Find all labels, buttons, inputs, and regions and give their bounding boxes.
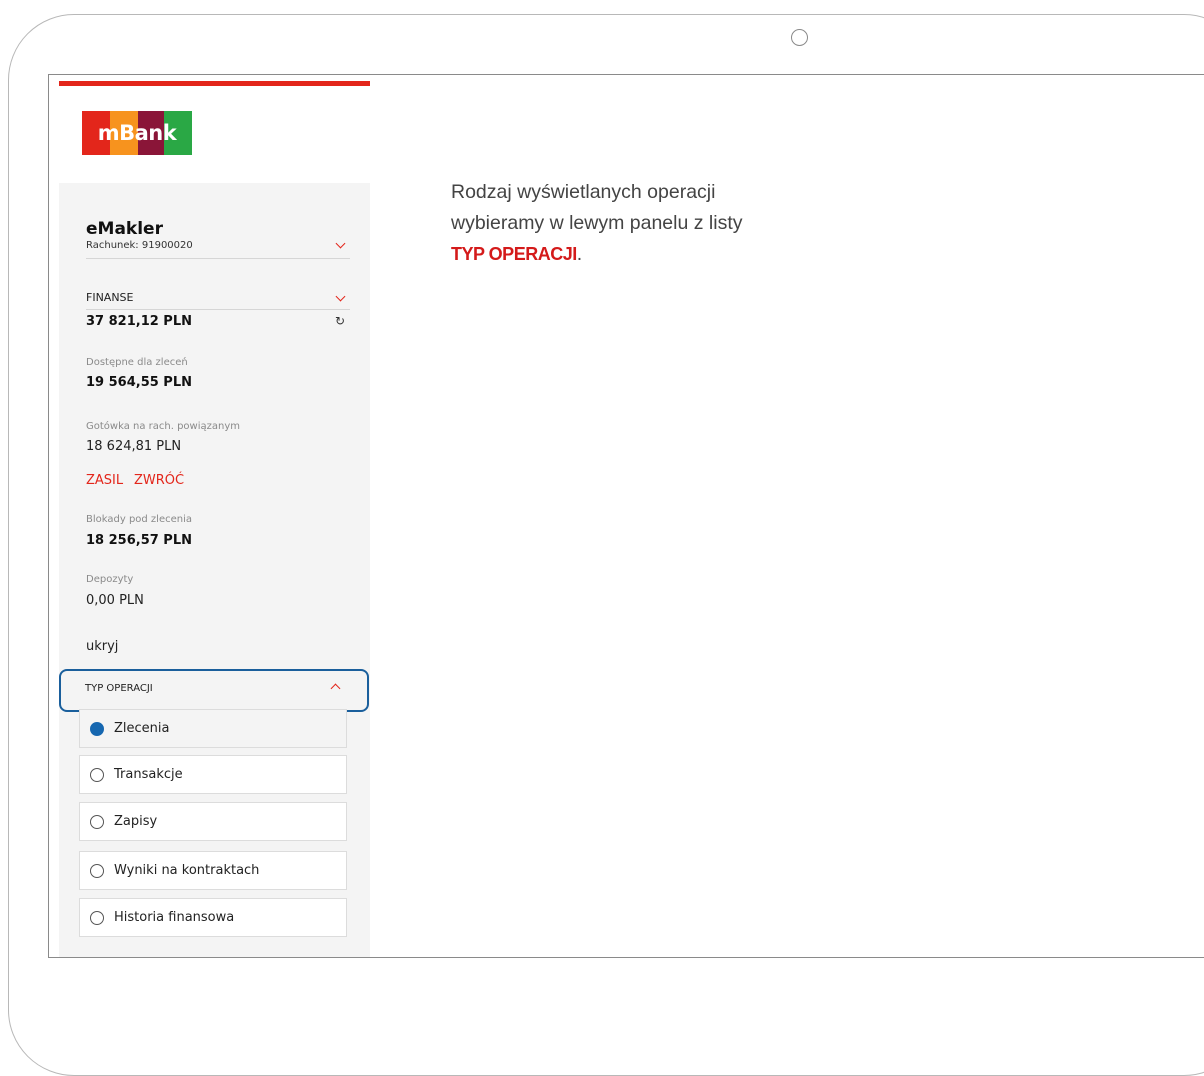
finance-divider — [86, 309, 350, 310]
topup-link[interactable]: ZASIL — [86, 473, 123, 488]
option-wyniki-na-kontraktach[interactable]: Wyniki na kontraktach — [79, 851, 347, 890]
info-suffix: . — [576, 243, 583, 265]
blocked-label: Blokady pod zlecenia — [86, 514, 193, 525]
info-highlight: TYP OPERACJI — [451, 244, 577, 264]
option-label: Wyniki na kontraktach — [114, 863, 260, 878]
radio-icon — [90, 814, 104, 829]
info-line-2: wybieramy w lewym panelu z listy — [451, 212, 743, 234]
option-label: Historia finansowa — [114, 910, 235, 925]
left-panel: eMakler Rachunek: 91900020 FINANSE 37 82… — [59, 183, 370, 957]
account-divider — [86, 258, 350, 259]
radio-icon — [90, 863, 104, 878]
account-number: Rachunek: 91900020 — [86, 240, 193, 251]
top-accent-bar — [59, 81, 370, 86]
logo-text: mBank — [97, 121, 177, 145]
finance-selector[interactable]: FINANSE — [59, 283, 370, 309]
app-screen: mBank eMakler Rachunek: 91900020 FINANSE… — [48, 74, 1204, 958]
info-text: Rodzaj wyświetlanych operacji wybieramy … — [451, 177, 871, 270]
option-label: Zapisy — [114, 814, 158, 829]
camera-icon — [791, 29, 808, 46]
chevron-down-icon — [335, 291, 346, 302]
account-selector[interactable]: eMakler Rachunek: 91900020 — [59, 183, 370, 263]
operation-type-label: TYP OPERACJI — [85, 683, 153, 694]
option-zlecenia[interactable]: Zlecenia — [79, 709, 347, 748]
available-label: Dostępne dla zleceń — [86, 357, 188, 368]
option-label: Transakcje — [114, 767, 183, 782]
radio-selected-icon — [90, 721, 104, 736]
cash-value: 18 624,81 PLN — [86, 439, 182, 454]
refresh-icon[interactable]: ↻ — [335, 314, 345, 328]
info-line-1: Rodzaj wyświetlanych operacji — [451, 181, 716, 203]
mbank-logo: mBank — [82, 111, 192, 155]
chevron-up-icon — [330, 683, 341, 694]
return-link[interactable]: ZWRÓĆ — [134, 473, 184, 488]
option-zapisy[interactable]: Zapisy — [79, 802, 347, 841]
radio-icon — [90, 767, 104, 782]
available-value: 19 564,55 PLN — [86, 375, 192, 390]
finance-label: FINANSE — [86, 291, 134, 304]
account-name: eMakler — [86, 219, 163, 239]
deposits-value: 0,00 PLN — [86, 593, 144, 608]
cash-label: Gotówka na rach. powiązanym — [86, 421, 241, 432]
option-transakcje[interactable]: Transakcje — [79, 755, 347, 794]
deposits-label: Depozyty — [86, 574, 134, 585]
chevron-down-icon — [335, 238, 346, 249]
operation-type-selector[interactable]: TYP OPERACJI — [59, 669, 369, 712]
finance-total: 37 821,12 PLN — [86, 314, 192, 329]
radio-icon — [90, 910, 104, 925]
option-historia-finansowa[interactable]: Historia finansowa — [79, 898, 347, 937]
blocked-value: 18 256,57 PLN — [86, 533, 192, 548]
info-line-3: TYP OPERACJI. — [451, 239, 871, 270]
option-label: Zlecenia — [114, 721, 170, 736]
hide-link[interactable]: ukryj — [86, 639, 118, 654]
